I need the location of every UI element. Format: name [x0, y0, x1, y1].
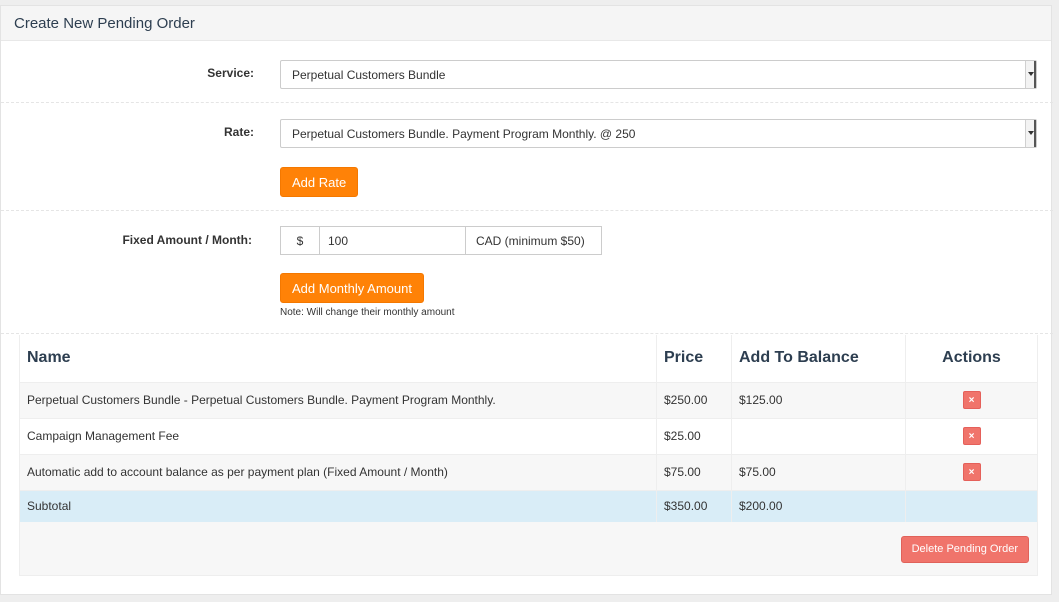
table-row: Perpetual Customers Bundle - Perpetual C…	[19, 381, 1038, 419]
chevron-down-icon[interactable]	[1025, 120, 1036, 147]
rate-row: Rate: Perpetual Customers Bundle. Paymen…	[1, 103, 1053, 211]
divider	[1, 333, 1053, 334]
add-monthly-amount-button[interactable]: Add Monthly Amount	[280, 273, 424, 303]
pending-order-panel: Create New Pending Order Service: Perpet…	[0, 5, 1053, 595]
subtotal-label: Subtotal	[19, 489, 657, 523]
fixed-amount-label: Fixed Amount / Month:	[122, 233, 252, 247]
row-price: $75.00	[656, 453, 732, 491]
row-name: Automatic add to account balance as per …	[19, 453, 657, 491]
rate-label: Rate:	[223, 125, 254, 139]
table-footer: Delete Pending Order	[19, 522, 1038, 576]
row-name: Perpetual Customers Bundle - Perpetual C…	[19, 381, 657, 419]
service-row: Service: Perpetual Customers Bundle	[1, 41, 1053, 103]
service-select[interactable]: Perpetual Customers Bundle	[280, 60, 1037, 89]
chevron-down-icon[interactable]	[1025, 61, 1036, 88]
row-add-to-balance: $125.00	[731, 381, 906, 419]
currency-suffix: CAD (minimum $50)	[465, 226, 602, 255]
fixed-amount-input-group: $ 100 CAD (minimum $50)	[280, 226, 602, 255]
column-header-name: Name	[19, 335, 657, 383]
row-price: $25.00	[656, 417, 732, 455]
service-select-value: Perpetual Customers Bundle	[292, 68, 446, 82]
subtotal-add-to-balance: $200.00	[731, 489, 906, 523]
close-icon[interactable]: ×	[962, 391, 981, 409]
column-header-add-to-balance: Add To Balance	[731, 335, 906, 383]
table-row: Campaign Management Fee $25.00 ×	[19, 417, 1038, 455]
row-price: $250.00	[656, 381, 732, 419]
column-header-price: Price	[656, 335, 732, 383]
table-row: Automatic add to account balance as per …	[19, 453, 1038, 491]
add-rate-button[interactable]: Add Rate	[280, 167, 359, 197]
row-actions: ×	[905, 417, 1038, 455]
subtotal-price: $350.00	[656, 489, 732, 523]
currency-prefix: $	[280, 226, 320, 255]
fixed-amount-input[interactable]: 100	[320, 226, 465, 255]
service-label: Service:	[207, 66, 254, 80]
row-actions: ×	[905, 381, 1038, 419]
monthly-amount-note: Note: Will change their monthly amount	[280, 307, 455, 318]
rate-select[interactable]: Perpetual Customers Bundle. Payment Prog…	[280, 119, 1037, 148]
subtotal-row: Subtotal $350.00 $200.00	[19, 489, 1038, 523]
row-actions: ×	[905, 453, 1038, 491]
row-name: Campaign Management Fee	[19, 417, 657, 455]
row-add-to-balance	[731, 417, 906, 455]
order-items-table: Name Price Add To Balance Actions Perpet…	[19, 335, 1038, 523]
close-icon[interactable]: ×	[962, 463, 981, 481]
row-add-to-balance: $75.00	[731, 453, 906, 491]
column-header-actions: Actions	[905, 335, 1038, 383]
delete-pending-order-button[interactable]: Delete Pending Order	[900, 536, 1029, 563]
panel-title: Create New Pending Order	[1, 6, 1051, 41]
subtotal-actions	[905, 489, 1038, 523]
rate-select-value: Perpetual Customers Bundle. Payment Prog…	[292, 127, 636, 141]
close-icon[interactable]: ×	[962, 427, 981, 445]
